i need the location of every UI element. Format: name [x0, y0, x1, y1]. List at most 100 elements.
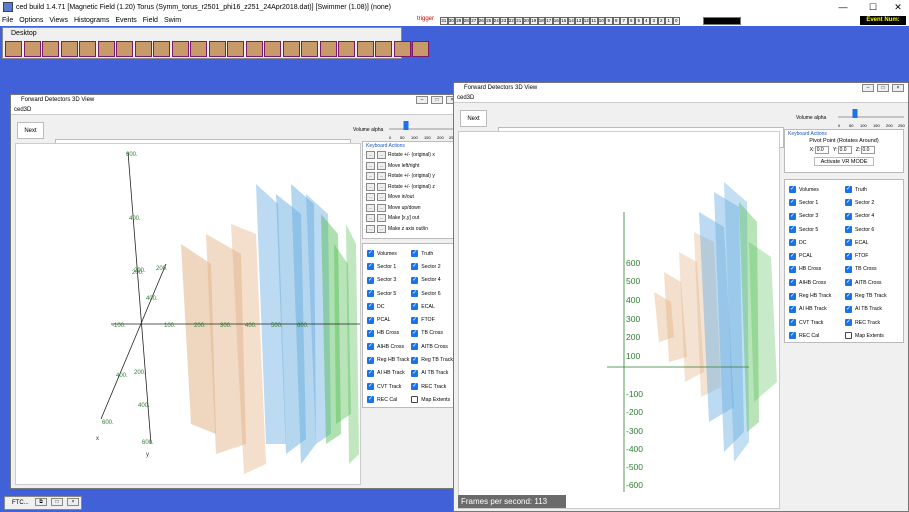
- checkbox-icon[interactable]: ✓: [411, 263, 419, 271]
- desktop-thumbnail[interactable]: [97, 41, 115, 57]
- desktop-thumbnail[interactable]: [245, 41, 263, 57]
- ftc-minimized-window[interactable]: FTC... ⧉ □ ×: [4, 496, 82, 510]
- menu-file[interactable]: File: [2, 17, 13, 24]
- option-checkbox[interactable]: ✓ AITB Cross: [411, 340, 453, 353]
- checkbox-icon[interactable]: ✓: [789, 305, 796, 313]
- keyboard-action-key[interactable]: ...: [366, 214, 375, 223]
- checkbox-icon[interactable]: ✓: [845, 279, 852, 287]
- checkbox-icon[interactable]: ✓: [845, 319, 852, 327]
- checkbox-icon[interactable]: ✓: [411, 356, 419, 364]
- menu-histograms[interactable]: Histograms: [74, 17, 109, 24]
- trigger-bit[interactable]: 7: [620, 17, 628, 25]
- option-checkbox[interactable]: ✓ AI TB Track: [845, 303, 899, 316]
- right-tab[interactable]: ced3D: [454, 93, 908, 103]
- keyboard-action-key[interactable]: ...: [377, 193, 386, 202]
- checkbox-icon[interactable]: ✓: [789, 239, 796, 247]
- option-checkbox[interactable]: ✓ Sector 1: [367, 260, 409, 273]
- right-volume-alpha-slider[interactable]: 0 50 100 150 200 250: [834, 105, 908, 129]
- checkbox-icon[interactable]: ✓: [845, 305, 852, 313]
- checkbox-icon[interactable]: ✓: [367, 250, 374, 258]
- checkbox-icon[interactable]: ✓: [789, 292, 796, 300]
- right-next-button[interactable]: Next: [460, 110, 487, 127]
- keyboard-action-key[interactable]: ...: [366, 182, 375, 191]
- checkbox-icon[interactable]: ✓: [367, 303, 374, 311]
- keyboard-action-key[interactable]: ...: [366, 161, 375, 170]
- trigger-bit[interactable]: 8: [612, 17, 620, 25]
- trigger-bit[interactable]: 17: [545, 17, 553, 25]
- menu-field[interactable]: Field: [143, 17, 158, 24]
- checkbox-icon[interactable]: ✓: [367, 316, 374, 324]
- option-checkbox[interactable]: ✓ AIHB Cross: [789, 276, 843, 289]
- option-checkbox[interactable]: ✓ Sector 2: [845, 196, 899, 209]
- left-tab[interactable]: ced3D: [11, 105, 459, 115]
- desktop-thumbnail[interactable]: [356, 41, 374, 57]
- pivot-x-input[interactable]: 0.0: [814, 146, 829, 154]
- right-3d-canvas[interactable]: 600 500 400 300 200 100 -100 -200 -300 -…: [458, 131, 780, 509]
- desktop-thumbnail[interactable]: [319, 41, 337, 57]
- option-checkbox[interactable]: ✓ Sector 5: [789, 223, 843, 236]
- desktop-thumbnail[interactable]: [208, 41, 226, 57]
- checkbox-icon[interactable]: ✓: [411, 316, 419, 324]
- trigger-bit[interactable]: 15: [560, 17, 568, 25]
- trigger-bit[interactable]: 21: [515, 17, 523, 25]
- keyboard-action-key[interactable]: ...: [377, 224, 386, 233]
- option-checkbox[interactable]: ✓ HB Cross: [789, 263, 843, 276]
- desktop-thumbnail[interactable]: [282, 41, 300, 57]
- keyboard-action-key[interactable]: ...: [377, 161, 386, 170]
- checkbox-icon[interactable]: ✓: [789, 226, 796, 234]
- desktop-thumbnail[interactable]: [23, 41, 41, 57]
- menu-options[interactable]: Options: [19, 17, 43, 24]
- keyboard-action-key[interactable]: ...: [377, 214, 386, 223]
- checkbox-icon[interactable]: ✓: [789, 186, 796, 194]
- trigger-bit[interactable]: 11: [590, 17, 598, 25]
- maximize-button[interactable]: ☐: [862, 0, 884, 14]
- checkbox-icon[interactable]: ✓: [845, 292, 852, 300]
- keyboard-action-key[interactable]: ...: [366, 172, 375, 181]
- option-checkbox[interactable]: ✓ Reg TB Track: [411, 353, 453, 366]
- checkbox-icon[interactable]: ✓: [845, 212, 852, 220]
- left-slider-thumb[interactable]: [403, 121, 409, 130]
- trigger-bit[interactable]: 18: [537, 17, 545, 25]
- option-checkbox[interactable]: ✓ Sector 3: [367, 274, 409, 287]
- desktop-thumbnail[interactable]: [227, 41, 244, 57]
- right-close-icon[interactable]: ×: [892, 84, 904, 92]
- option-checkbox[interactable]: ✓ TB Cross: [411, 327, 453, 340]
- checkbox-icon[interactable]: ✓: [367, 343, 374, 351]
- desktop-thumbnail[interactable]: [60, 41, 78, 57]
- checkbox-icon[interactable]: ✓: [845, 252, 852, 260]
- checkbox-icon[interactable]: ✓: [411, 276, 419, 284]
- keyboard-action-key[interactable]: ...: [366, 151, 375, 160]
- option-checkbox[interactable]: ✓ TB Cross: [845, 263, 899, 276]
- checkbox-icon[interactable]: ✓: [845, 226, 852, 234]
- checkbox-icon[interactable]: ✓: [411, 343, 419, 351]
- left-next-button[interactable]: Next: [17, 122, 44, 139]
- trigger-bit[interactable]: 3: [650, 17, 658, 25]
- desktop-thumbnail[interactable]: [393, 41, 411, 57]
- ftc-close-icon[interactable]: ×: [67, 498, 79, 506]
- trigger-bit[interactable]: 31: [440, 17, 448, 25]
- option-checkbox[interactable]: ✓ CVT Track: [367, 380, 409, 393]
- checkbox-icon[interactable]: ✓: [367, 263, 374, 271]
- checkbox-icon[interactable]: ✓: [367, 369, 374, 377]
- trigger-bit[interactable]: 6: [627, 17, 635, 25]
- checkbox-icon[interactable]: ✓: [845, 239, 852, 247]
- trigger-bit[interactable]: 23: [500, 17, 508, 25]
- menu-events[interactable]: Events: [115, 17, 136, 24]
- option-checkbox[interactable]: ✓ PCAL: [789, 249, 843, 262]
- checkbox-icon[interactable]: ✓: [411, 383, 419, 391]
- trigger-bit[interactable]: 16: [552, 17, 560, 25]
- desktop-thumbnail[interactable]: [79, 41, 96, 57]
- close-button[interactable]: ✕: [887, 0, 909, 14]
- checkbox-icon[interactable]: ✓: [789, 279, 796, 287]
- option-checkbox[interactable]: ✓ AI HB Track: [367, 367, 409, 380]
- option-checkbox[interactable]: ✓ ECAL: [411, 300, 453, 313]
- minimize-button[interactable]: —: [832, 0, 854, 14]
- option-checkbox[interactable]: ✓ REC Track: [845, 316, 899, 329]
- trigger-bit[interactable]: 0: [672, 17, 680, 25]
- option-checkbox[interactable]: ✓ AIHB Cross: [367, 340, 409, 353]
- checkbox-icon[interactable]: ✓: [411, 250, 419, 258]
- checkbox-icon[interactable]: ✓: [411, 329, 419, 337]
- checkbox-icon[interactable]: ✓: [367, 356, 374, 364]
- menu-swim[interactable]: Swim: [164, 17, 181, 24]
- keyboard-action-key[interactable]: ...: [366, 203, 375, 212]
